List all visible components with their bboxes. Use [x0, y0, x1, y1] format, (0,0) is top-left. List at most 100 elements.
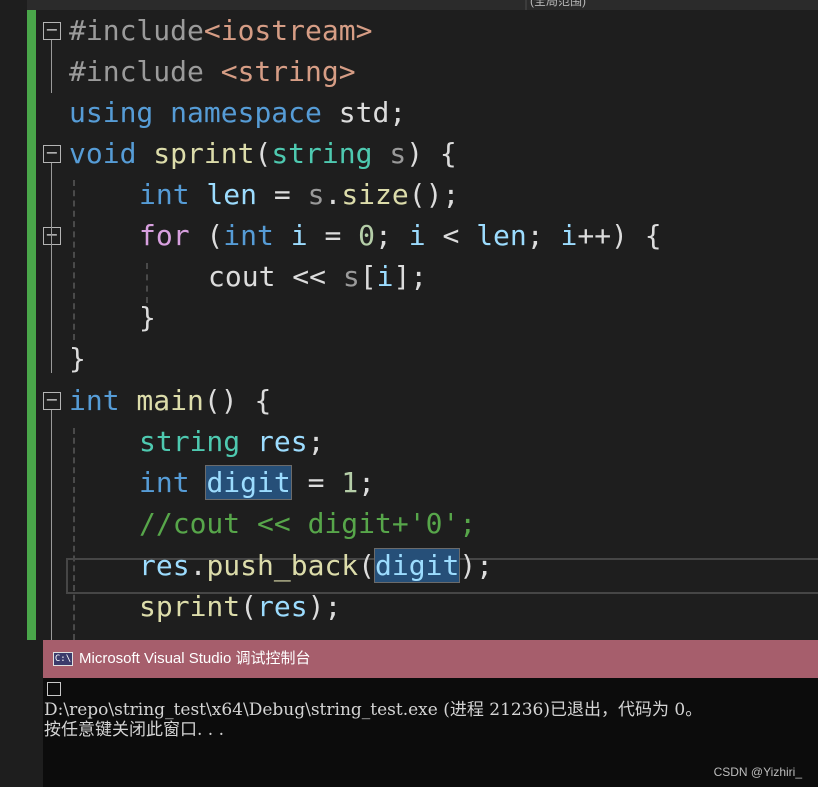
- code-text: );: [307, 590, 342, 623]
- code-text: [: [359, 260, 377, 293]
- code-line-11: string res;: [139, 421, 324, 462]
- code-text: ;: [307, 425, 325, 458]
- code-text: (: [254, 137, 272, 170]
- keyword: int: [223, 219, 274, 252]
- keyword-control: for: [139, 219, 190, 252]
- number-literal: 0: [358, 219, 376, 252]
- code-line-7: cout << s[i];: [208, 256, 427, 297]
- code-text: ];: [393, 260, 428, 293]
- preprocessor-directive: #include: [69, 55, 221, 88]
- editor-top-strip: (全局范围): [0, 0, 818, 10]
- navbar-separator: [525, 0, 527, 10]
- code-line-14: res.push_back(digit);: [139, 545, 493, 586]
- console-cursor-icon: [47, 682, 61, 696]
- variable: i: [376, 260, 394, 293]
- function-name: size: [341, 178, 409, 211]
- console-output-line: D:\repo\string_test\x64\Debug\string_tes…: [44, 700, 703, 720]
- variable: res: [240, 425, 308, 458]
- function-name: sprint: [153, 137, 255, 170]
- console-output-line: 按任意键关闭此窗口. . .: [44, 720, 225, 740]
- console-title: Microsoft Visual Studio 调试控制台: [79, 650, 311, 667]
- code-line-3: using namespace std;: [69, 92, 406, 133]
- function-name: main: [119, 384, 204, 417]
- code-text: (: [189, 219, 224, 252]
- code-editor[interactable]: − − − − #include<iostream> #include <str…: [0, 10, 818, 640]
- code-text: =: [307, 219, 359, 252]
- code-line-2: #include <string>: [69, 51, 356, 92]
- include-header: <string>: [220, 55, 356, 88]
- code-text: <: [425, 219, 477, 252]
- code-text: ();: [408, 178, 460, 211]
- keyword: using: [69, 96, 154, 129]
- debug-console-window[interactable]: C:\ Microsoft Visual Studio 调试控制台 D:\rep…: [43, 640, 818, 787]
- parameter: s: [342, 260, 360, 293]
- keyword: namespace: [170, 96, 322, 129]
- indent-guide: [73, 428, 75, 640]
- code-text: .: [324, 178, 342, 211]
- watermark: CSDN @Yizhiri_: [713, 765, 802, 779]
- code-line-10: int main() {: [69, 380, 271, 421]
- keyword: void: [69, 137, 137, 170]
- variable: res: [139, 549, 190, 582]
- code-text: (: [240, 590, 258, 623]
- code-text: =: [290, 466, 342, 499]
- function-name: push_back: [206, 549, 359, 582]
- code-text: std;: [321, 96, 407, 129]
- include-header: <iostream>: [203, 14, 373, 47]
- parameter: s: [372, 137, 407, 170]
- code-text: =: [257, 178, 308, 211]
- code-text: ) {: [406, 137, 457, 170]
- outline-line: [51, 40, 52, 93]
- code-line-6: for (int i = 0; i < len; i++) {: [139, 215, 662, 256]
- fold-collapse-icon[interactable]: −: [43, 145, 61, 163]
- fold-collapse-icon[interactable]: −: [43, 227, 61, 245]
- keyword: int: [139, 178, 190, 211]
- keyword: int: [69, 384, 120, 417]
- code-line-12: int digit = 1;: [139, 462, 375, 503]
- code-text: ++) {: [577, 219, 662, 252]
- code-text: cout: [208, 260, 276, 293]
- code-text: (: [358, 549, 376, 582]
- parameter: s: [307, 178, 325, 211]
- keyword: int: [139, 466, 190, 499]
- type-name: string: [139, 425, 241, 458]
- indent-guide: [73, 180, 75, 340]
- code-text: .: [189, 549, 207, 582]
- code-text: () {: [203, 384, 272, 417]
- variable: i: [273, 219, 308, 252]
- code-text: ;: [375, 219, 409, 252]
- code-line-13: //cout << digit+'0';: [139, 503, 476, 544]
- function-name: sprint: [139, 590, 241, 623]
- code-line-1: #include<iostream>: [69, 10, 372, 51]
- code-text: ;: [358, 466, 376, 499]
- variable: i: [560, 219, 578, 252]
- console-app-icon: C:\: [53, 652, 73, 666]
- highlighted-reference: digit: [374, 548, 461, 583]
- scope-dropdown[interactable]: (全局范围): [530, 0, 586, 9]
- variable: len: [189, 178, 258, 211]
- preprocessor-directive: #include: [69, 14, 204, 47]
- code-line-15: sprint(res);: [139, 586, 341, 627]
- code-text: }: [139, 301, 156, 334]
- outline-line: [51, 163, 52, 373]
- console-titlebar[interactable]: C:\ Microsoft Visual Studio 调试控制台: [43, 640, 818, 678]
- variable: len: [476, 219, 527, 252]
- code-line-5: int len = s.size();: [139, 174, 459, 215]
- code-line-4: void sprint(string s) {: [69, 133, 457, 174]
- code-text: <<: [275, 260, 343, 293]
- fold-collapse-icon[interactable]: −: [43, 392, 61, 410]
- code-text: );: [459, 549, 494, 582]
- type-name: string: [271, 137, 373, 170]
- outline-line: [51, 410, 52, 640]
- number-literal: 1: [341, 466, 359, 499]
- variable: res: [257, 590, 308, 623]
- code-line-8: }: [139, 297, 156, 338]
- comment: //cout << digit+'0';: [139, 507, 477, 540]
- code-text: }: [69, 342, 86, 375]
- variable: i: [408, 219, 426, 252]
- code-line-9: }: [69, 338, 86, 379]
- highlighted-reference: digit: [205, 465, 292, 500]
- fold-collapse-icon[interactable]: −: [43, 22, 61, 40]
- code-text: ;: [526, 219, 561, 252]
